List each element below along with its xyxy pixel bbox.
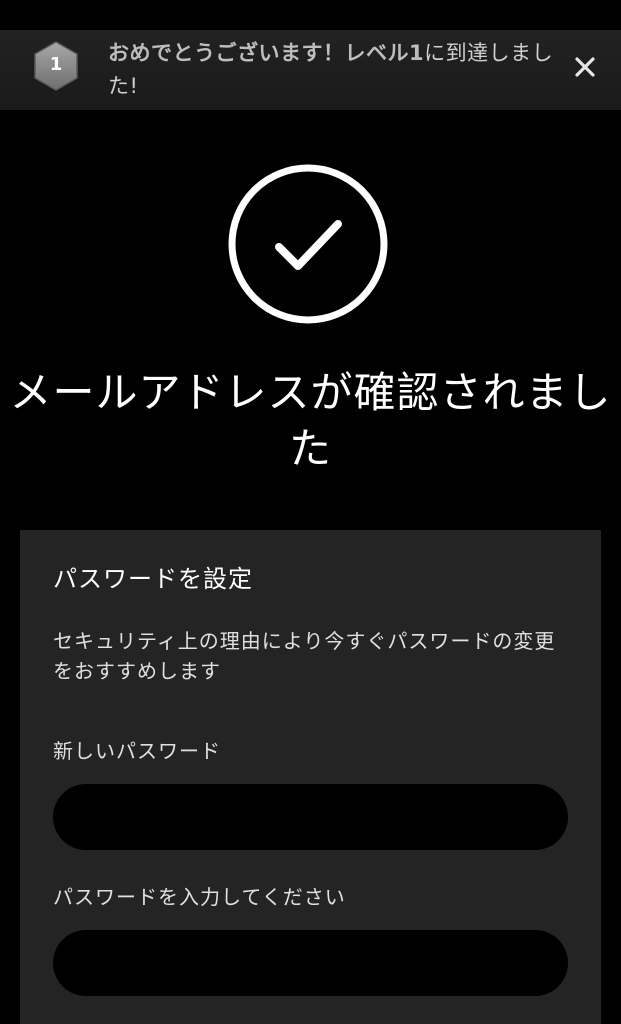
new-password-label: 新しいパスワード [53,739,221,763]
card-title: パスワードを設定 [53,565,253,593]
card-description: セキュリティ上の理由により今すぐパスワードの変更をおすすめします [53,629,556,683]
close-icon[interactable] [572,54,598,80]
check-circle-icon [226,162,390,326]
hexagon-badge-icon: 1 [33,41,79,91]
set-password-card: パスワードを設定 セキュリティ上の理由により今すぐパスワードの変更をおすすめしま… [20,530,601,1024]
toast-message-strong: おめでとうございます！レベル1 [108,41,425,65]
confirm-password-field[interactable] [53,930,568,996]
level-up-toast: 1 おめでとうございます！レベル1に到達しました! [0,30,621,110]
confirm-password-label: パスワードを入力してください [53,885,346,909]
toast-message: おめでとうございます！レベル1に到達しました! [108,37,558,103]
page-title: メールアドレスが確認されました [9,368,612,473]
new-password-field[interactable] [53,784,568,850]
level-number: 1 [49,54,63,75]
